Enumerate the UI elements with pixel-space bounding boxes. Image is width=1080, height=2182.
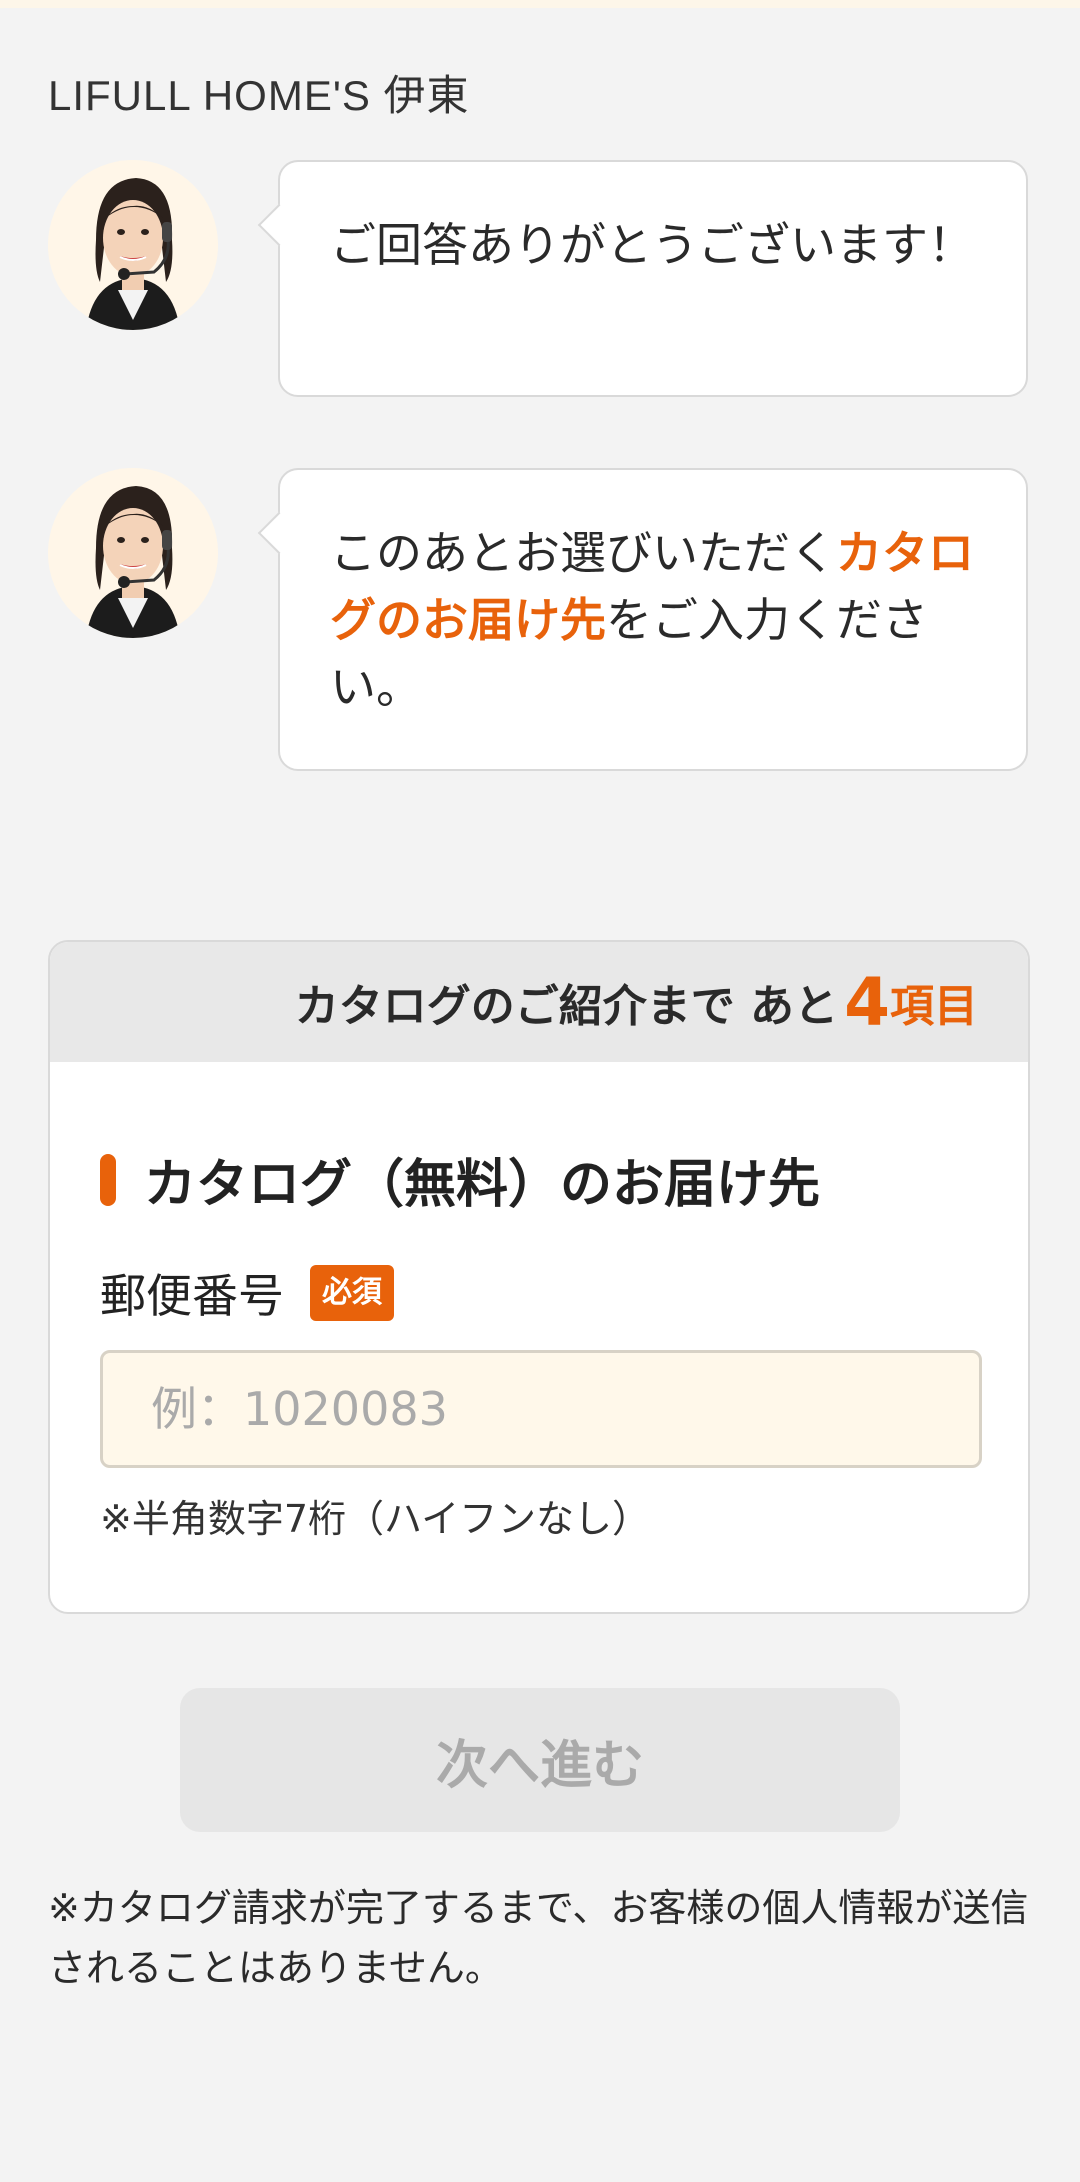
postal-code-hint: ※半角数字7桁（ハイフンなし）	[100, 1497, 651, 1541]
chat-message-text: このあとお選びいただく	[330, 526, 836, 580]
section-marker	[100, 1153, 116, 1206]
postal-code-label: 郵便番号 必須	[100, 1260, 394, 1326]
progress-header: カタログのご紹介まで あと 4 項目	[50, 942, 1028, 1062]
section-title: カタログ（無料）のお届け先	[100, 1142, 820, 1217]
delivery-form-card: カタログのご紹介まで あと4項目 カタログ（無料）のお届け先 郵便番号 必須 ※…	[48, 940, 1030, 1614]
required-badge: 必須	[310, 1265, 394, 1321]
brand-name: LIFULL HOME'S 伊東	[48, 72, 470, 119]
postal-code-label-text: 郵便番号	[100, 1269, 284, 1323]
top-strip	[0, 0, 1080, 8]
privacy-notice: ※カタログ請求が完了するまで、お客様の個人情報が送信されることはありません。	[48, 1886, 1029, 1990]
progress-prefix: カタログのご紹介まで あと	[294, 981, 839, 1032]
postal-code-input[interactable]	[100, 1350, 982, 1468]
progress-count: 4	[844, 963, 890, 1041]
chat-bubble-instruction: このあとお選びいただくカタログのお届け先をご入力ください。	[278, 468, 1028, 771]
chat-message-thanks: ご回答ありがとうございます！	[330, 218, 974, 272]
operator-avatar-icon	[48, 468, 218, 638]
operator-avatar-icon	[48, 160, 218, 330]
progress-unit: 項目	[890, 981, 978, 1032]
chat-message-instruction: このあとお選びいただくカタログのお届け先をご入力ください。	[280, 470, 1026, 721]
next-button[interactable]: 次へ進む	[180, 1688, 900, 1832]
section-title-text: カタログ（無料）のお届け先	[144, 1155, 821, 1215]
chat-bubble-thanks: ご回答ありがとうございます！	[278, 160, 1028, 397]
